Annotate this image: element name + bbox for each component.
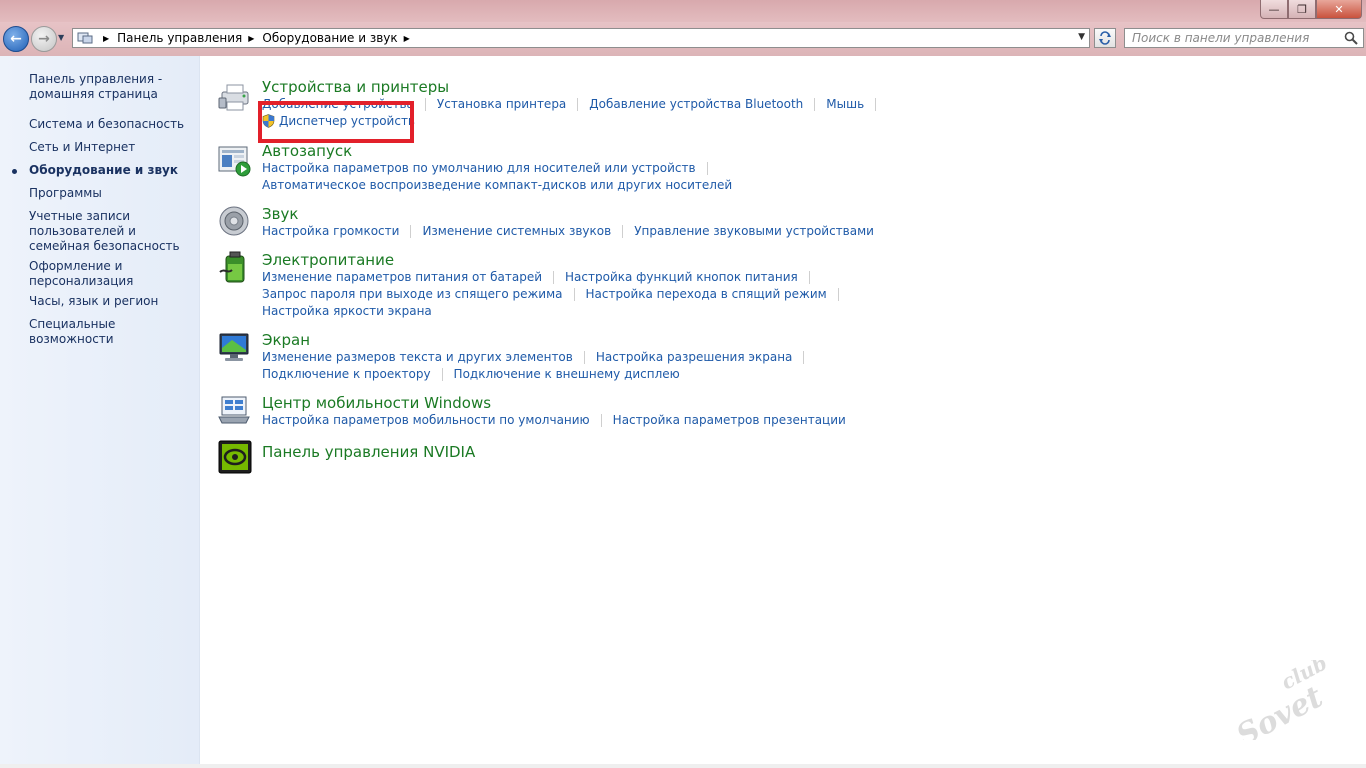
separator — [622, 224, 624, 238]
minimize-button[interactable]: — — [1260, 0, 1288, 19]
screen-brightness-link[interactable]: Настройка яркости экрана — [262, 304, 432, 318]
separator — [424, 97, 426, 111]
minimize-icon: — — [1268, 2, 1280, 16]
highlight-frame — [258, 101, 414, 143]
power-links-row1: Изменение параметров питания от батарей … — [262, 270, 821, 284]
monitor-icon[interactable] — [218, 331, 252, 365]
restore-icon: ❐ — [1297, 2, 1307, 16]
sleep-settings-link[interactable]: Настройка перехода в спящий режим — [586, 287, 827, 301]
search-input[interactable]: Поиск в панели управления — [1124, 28, 1364, 48]
speaker-icon[interactable] — [218, 205, 252, 239]
watermark-logo: club Sovet — [1228, 651, 1338, 754]
mobility-links: Настройка параметров мобильности по умол… — [262, 413, 846, 427]
search-icon[interactable] — [1344, 31, 1358, 45]
breadcrumb-control-panel[interactable]: Панель управления — [117, 31, 242, 45]
adjust-volume-link[interactable]: Настройка громкости — [262, 224, 399, 238]
autoplay-defaults-link[interactable]: Настройка параметров по умолчанию для но… — [262, 161, 696, 175]
mobility-defaults-link[interactable]: Настройка параметров мобильности по умол… — [262, 413, 590, 427]
sidebar-item-network-internet[interactable]: Сеть и Интернет — [29, 140, 194, 155]
current-item-bullet — [12, 169, 17, 174]
breadcrumb-arrow-icon[interactable]: ▶ — [103, 34, 109, 43]
separator — [814, 97, 816, 111]
close-icon: ✕ — [1334, 2, 1344, 16]
breadcrumb-arrow-icon[interactable]: ▶ — [248, 34, 254, 43]
control-panel-icon — [77, 32, 93, 44]
breadcrumb-arrow-icon[interactable]: ▶ — [404, 34, 410, 43]
power-links-row2: Запрос пароля при выходе из спящего режи… — [262, 287, 850, 301]
autoplay-icon[interactable] — [218, 144, 252, 178]
separator — [583, 350, 585, 364]
display-links-row2: Подключение к проектору Подключение к вн… — [262, 367, 680, 381]
recent-pages-dropdown-icon[interactable]: ▼ — [58, 33, 64, 42]
separator — [441, 367, 443, 381]
autoplay-links-row2: Автоматическое воспроизведение компакт-д… — [262, 178, 732, 192]
back-arrow-icon: ← — [10, 31, 22, 47]
address-dropdown-icon[interactable]: ▼ — [1078, 32, 1085, 42]
category-sound-title[interactable]: Звук — [262, 205, 298, 223]
address-bar[interactable]: ▶ Панель управления ▶ Оборудование и зву… — [72, 28, 1090, 48]
autoplay-links-row1: Настройка параметров по умолчанию для но… — [262, 161, 719, 175]
maximize-button[interactable]: ❐ — [1288, 0, 1316, 19]
navigation-bar: ← → ▼ ▶ Панель управления ▶ Оборудование… — [0, 22, 1366, 56]
separator — [803, 350, 805, 364]
power-links-row3: Настройка яркости экрана — [262, 304, 432, 318]
power-buttons-link[interactable]: Настройка функций кнопок питания — [565, 270, 798, 284]
sidebar-item-programs[interactable]: Программы — [29, 186, 194, 201]
window-controls: — ❐ ✕ — [1260, 0, 1362, 19]
separator — [837, 287, 839, 301]
title-bar: — ❐ ✕ — [0, 0, 1366, 22]
sidebar-item-clock-language[interactable]: Часы, язык и регион — [29, 294, 194, 309]
autoplay-cd-link[interactable]: Автоматическое воспроизведение компакт-д… — [262, 178, 732, 192]
separator — [808, 270, 810, 284]
bottom-edge — [0, 764, 1366, 768]
category-power-title[interactable]: Электропитание — [262, 251, 394, 269]
wake-password-link[interactable]: Запрос пароля при выходе из спящего режи… — [262, 287, 563, 301]
refresh-icon — [1099, 31, 1111, 45]
sidebar-item-system-security[interactable]: Система и безопасность — [29, 117, 194, 132]
sound-links: Настройка громкости Изменение системных … — [262, 224, 874, 238]
sidebar-item-appearance[interactable]: Оформление и персонализация — [29, 259, 194, 289]
printer-icon[interactable] — [218, 80, 252, 114]
battery-settings-link[interactable]: Изменение параметров питания от батарей — [262, 270, 542, 284]
separator — [600, 413, 602, 427]
mobility-center-icon[interactable] — [218, 394, 252, 428]
separator — [410, 224, 412, 238]
category-mobility-title[interactable]: Центр мобильности Windows — [262, 394, 491, 412]
separator — [553, 270, 555, 284]
manage-audio-devices-link[interactable]: Управление звуковыми устройствами — [634, 224, 874, 238]
text-size-link[interactable]: Изменение размеров текста и других элеме… — [262, 350, 573, 364]
category-autoplay-title[interactable]: Автозапуск — [262, 142, 352, 160]
close-button[interactable]: ✕ — [1316, 0, 1362, 19]
battery-icon[interactable] — [218, 250, 252, 284]
refresh-button[interactable] — [1094, 28, 1116, 48]
separator — [573, 287, 575, 301]
separator — [706, 161, 708, 175]
watermark-bottom-text: Sovet — [1231, 679, 1329, 740]
sidebar-item-user-accounts[interactable]: Учетные записи пользователей и семейная … — [29, 209, 194, 254]
separator — [577, 97, 579, 111]
category-display-title[interactable]: Экран — [262, 331, 310, 349]
sidebar-item-home[interactable]: Панель управления - домашняя страница — [29, 72, 194, 102]
separator — [875, 97, 877, 111]
breadcrumb-hardware-sound[interactable]: Оборудование и звук — [262, 31, 397, 45]
forward-button[interactable]: → — [31, 26, 57, 52]
presentation-settings-link[interactable]: Настройка параметров презентации — [613, 413, 846, 427]
display-links-row1: Изменение размеров текста и других элеме… — [262, 350, 815, 364]
search-placeholder: Поиск в панели управления — [1132, 31, 1310, 45]
forward-arrow-icon: → — [38, 31, 50, 47]
category-nvidia-title[interactable]: Панель управления NVIDIA — [262, 443, 475, 461]
add-bluetooth-device-link[interactable]: Добавление устройства Bluetooth — [589, 97, 803, 111]
category-devices-printers-title[interactable]: Устройства и принтеры — [262, 78, 449, 96]
sidebar-item-accessibility[interactable]: Специальные возможности — [29, 317, 194, 347]
install-printer-link[interactable]: Установка принтера — [437, 97, 566, 111]
sidebar-item-hardware-sound[interactable]: Оборудование и звук — [29, 163, 194, 178]
change-system-sounds-link[interactable]: Изменение системных звуков — [422, 224, 611, 238]
connect-projector-link[interactable]: Подключение к проектору — [262, 367, 431, 381]
nvidia-icon[interactable] — [218, 440, 252, 474]
external-display-link[interactable]: Подключение к внешнему дисплею — [454, 367, 680, 381]
back-button[interactable]: ← — [3, 26, 29, 52]
screen-resolution-link[interactable]: Настройка разрешения экрана — [596, 350, 793, 364]
mouse-link[interactable]: Мышь — [826, 97, 864, 111]
